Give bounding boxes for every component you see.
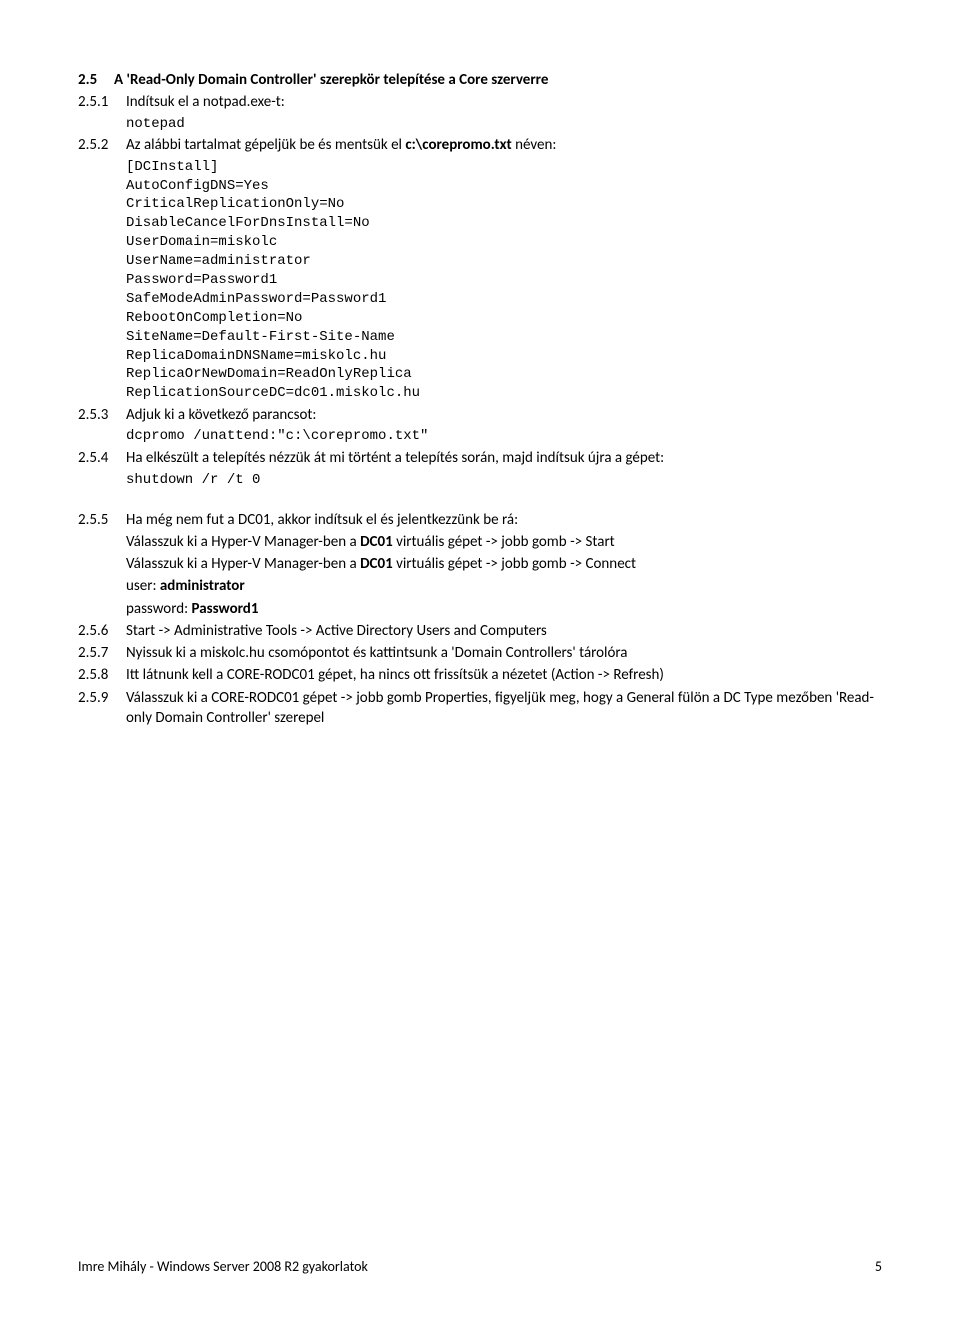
heading-number: 2.5: [78, 70, 114, 90]
step-text: Adjuk ki a következő parancsot:: [126, 405, 882, 425]
step-number: 2.5.6: [78, 621, 126, 641]
step-number: 2.5.4: [78, 448, 126, 468]
step-259: 2.5.9 Válasszuk ki a CORE-RODC01 gépet -…: [78, 688, 882, 729]
text-part: Válasszuk ki a Hyper-V Manager-ben a: [126, 533, 360, 551]
step-251: 2.5.1 Indítsuk el a notpad.exe-t:: [78, 92, 882, 112]
step-text: Start -> Administrative Tools -> Active …: [126, 621, 882, 641]
step-255: 2.5.5 Ha még nem fut a DC01, akkor indít…: [78, 510, 882, 530]
step-number: 2.5.8: [78, 665, 126, 685]
text-prefix: Az alábbi tartalmat gépeljük be és ments…: [126, 136, 405, 154]
step-text: Indítsuk el a notpad.exe-t:: [126, 92, 882, 112]
text-suffix: néven:: [512, 136, 557, 154]
heading-text: A 'Read-Only Domain Controller' szerepkö…: [114, 70, 548, 90]
step-number: 2.5.2: [78, 135, 126, 155]
text-part: Válasszuk ki a Hyper-V Manager-ben a: [126, 555, 360, 573]
bold-text: administrator: [160, 577, 245, 595]
code-block: [DCInstall] AutoConfigDNS=Yes CriticalRe…: [126, 158, 882, 404]
step-line: Válasszuk ki a Hyper-V Manager-ben a DC0…: [126, 554, 882, 574]
step-258: 2.5.8 Itt látnunk kell a CORE-RODC01 gép…: [78, 665, 882, 685]
filename-bold: c:\corepromo.txt: [405, 136, 511, 154]
text-part: virtuális gépet -> jobb gomb -> Start: [393, 533, 615, 551]
step-text: Az alábbi tartalmat gépeljük be és ments…: [126, 135, 882, 155]
bold-text: Password1: [192, 600, 259, 618]
step-number: 2.5.5: [78, 510, 126, 530]
code-block: notepad: [126, 115, 882, 134]
step-line: Válasszuk ki a Hyper-V Manager-ben a DC0…: [126, 532, 882, 552]
code-block: shutdown /r /t 0: [126, 471, 882, 490]
text-part: user:: [126, 577, 160, 595]
step-text: Ha még nem fut a DC01, akkor indítsuk el…: [126, 510, 882, 530]
step-text: Itt látnunk kell a CORE-RODC01 gépet, ha…: [126, 665, 882, 685]
footer-page-number: 5: [875, 1258, 882, 1277]
bold-text: DC01: [360, 555, 393, 573]
section-heading: 2.5 A 'Read-Only Domain Controller' szer…: [78, 70, 882, 90]
step-text: Nyissuk ki a miskolc.hu csomópontot és k…: [126, 643, 882, 663]
step-number: 2.5.9: [78, 688, 126, 729]
text-part: password:: [126, 600, 192, 618]
step-text: Válasszuk ki a CORE-RODC01 gépet -> jobb…: [126, 688, 882, 729]
step-254: 2.5.4 Ha elkészült a telepítés nézzük át…: [78, 448, 882, 468]
step-256: 2.5.6 Start -> Administrative Tools -> A…: [78, 621, 882, 641]
step-253: 2.5.3 Adjuk ki a következő parancsot:: [78, 405, 882, 425]
step-number: 2.5.1: [78, 92, 126, 112]
step-257: 2.5.7 Nyissuk ki a miskolc.hu csomóponto…: [78, 643, 882, 663]
code-block: dcpromo /unattend:"c:\corepromo.txt": [126, 427, 882, 446]
page-footer: Imre Mihály - Windows Server 2008 R2 gya…: [78, 1258, 882, 1277]
step-line: user: administrator: [126, 576, 882, 596]
step-number: 2.5.3: [78, 405, 126, 425]
step-line: password: Password1: [126, 599, 882, 619]
bold-text: DC01: [360, 533, 393, 551]
footer-left: Imre Mihály - Windows Server 2008 R2 gya…: [78, 1258, 368, 1277]
step-number: 2.5.7: [78, 643, 126, 663]
text-part: virtuális gépet -> jobb gomb -> Connect: [393, 555, 636, 573]
step-text: Ha elkészült a telepítés nézzük át mi tö…: [126, 448, 882, 468]
step-252: 2.5.2 Az alábbi tartalmat gépeljük be és…: [78, 135, 882, 155]
